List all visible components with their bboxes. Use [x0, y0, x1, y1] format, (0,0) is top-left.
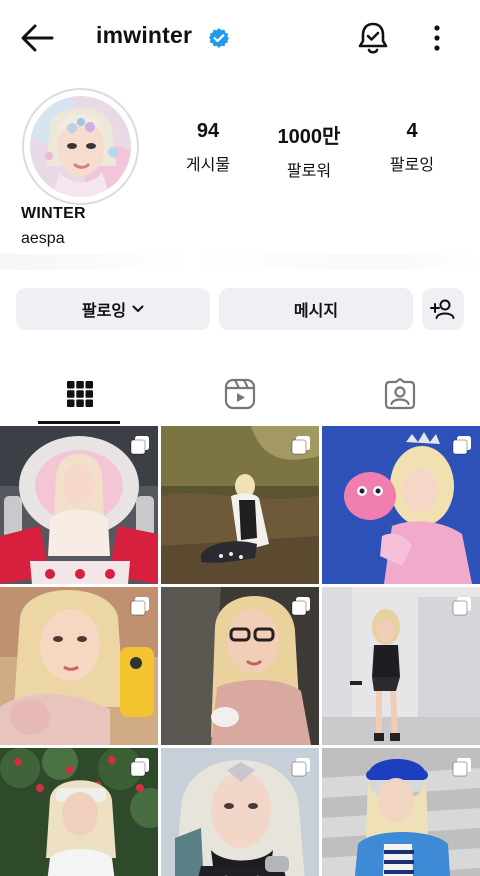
- suggest-people-button[interactable]: [422, 288, 464, 330]
- stat-posts[interactable]: 94 게시물: [168, 120, 248, 175]
- multi-photo-icon: [291, 436, 310, 455]
- tab-grid[interactable]: [0, 365, 160, 423]
- multi-photo-icon: [130, 758, 149, 777]
- post-thumbnail[interactable]: [0, 748, 158, 876]
- profile-display-name: WINTER: [21, 205, 86, 222]
- profile-tabs: [0, 365, 480, 425]
- stat-following-count: 4: [406, 120, 418, 142]
- following-button[interactable]: 팔로잉: [16, 288, 210, 330]
- post-thumbnail[interactable]: [0, 426, 158, 584]
- chevron-down-icon: [132, 305, 144, 312]
- stat-followers-count: 1000만: [277, 126, 341, 148]
- reels-icon: [224, 378, 256, 410]
- multi-photo-icon: [452, 597, 471, 616]
- bell-check-icon: [358, 22, 388, 54]
- multi-photo-icon: [452, 436, 471, 455]
- profile-username: imwinter: [96, 22, 193, 48]
- multi-photo-icon: [130, 436, 149, 455]
- following-button-label: 팔로잉: [81, 303, 127, 320]
- more-vertical-icon: [434, 25, 440, 51]
- post-thumbnail[interactable]: [0, 587, 158, 745]
- avatar[interactable]: [30, 96, 131, 197]
- stat-posts-label: 게시물: [185, 157, 231, 174]
- arrow-left-icon: [21, 24, 54, 52]
- multi-photo-icon: [291, 597, 310, 616]
- tab-tagged[interactable]: [320, 365, 480, 423]
- back-button[interactable]: [18, 22, 56, 54]
- profile-bio: aespa: [21, 230, 65, 247]
- profile-header: imwinter: [0, 0, 480, 76]
- stat-following[interactable]: 4 팔로잉: [376, 120, 448, 175]
- post-thumbnail[interactable]: [322, 426, 480, 584]
- stat-followers-label: 팔로워: [286, 163, 332, 180]
- post-thumbnail[interactable]: [322, 748, 480, 876]
- message-button[interactable]: 메시지: [219, 288, 413, 330]
- stat-following-label: 팔로잉: [389, 157, 435, 174]
- more-options-button[interactable]: [428, 22, 446, 54]
- active-tab-indicator: [38, 421, 120, 424]
- grid-icon: [67, 381, 93, 407]
- stat-followers[interactable]: 1000만 팔로워: [262, 120, 356, 181]
- add-person-icon: [430, 299, 455, 319]
- notifications-button[interactable]: [356, 20, 390, 56]
- faded-bio-line: [0, 254, 480, 270]
- stat-posts-count: 94: [196, 120, 220, 142]
- post-thumbnail[interactable]: [161, 426, 319, 584]
- tagged-person-icon: [384, 378, 416, 410]
- multi-photo-icon: [130, 597, 149, 616]
- verified-badge-icon: [208, 27, 230, 49]
- post-grid: [0, 426, 480, 876]
- multi-photo-icon: [452, 758, 471, 777]
- post-thumbnail[interactable]: [322, 587, 480, 745]
- multi-photo-icon: [291, 758, 310, 777]
- post-thumbnail[interactable]: [161, 587, 319, 745]
- message-button-label: 메시지: [293, 303, 339, 320]
- post-thumbnail[interactable]: [161, 748, 319, 876]
- tab-reels[interactable]: [160, 365, 320, 423]
